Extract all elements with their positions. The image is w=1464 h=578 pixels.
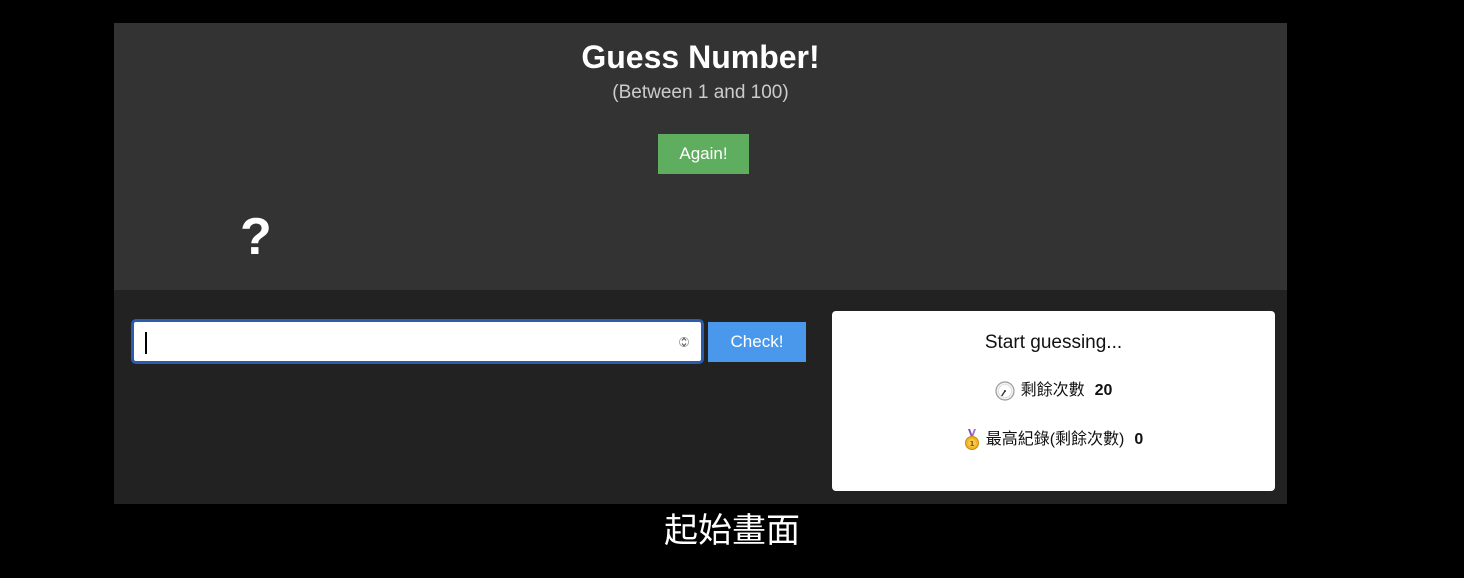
text-caret bbox=[145, 332, 147, 354]
again-button[interactable]: Again! bbox=[658, 134, 749, 174]
guess-number-app: Guess Number! (Between 1 and 100) Again!… bbox=[114, 23, 1287, 504]
status-message: Start guessing... bbox=[984, 332, 1123, 353]
guess-input-wrapper[interactable] bbox=[131, 319, 704, 364]
remaining-attempts-row: 剩餘次數 20 bbox=[832, 380, 1275, 402]
svg-text:1: 1 bbox=[969, 440, 974, 448]
best-record-row: 1 最高紀錄(剩餘次數) 0 bbox=[832, 429, 1275, 451]
header-panel: Guess Number! (Between 1 and 100) Again!… bbox=[114, 23, 1287, 290]
guess-input[interactable] bbox=[144, 330, 668, 356]
check-button[interactable]: Check! bbox=[708, 322, 806, 362]
best-record-value: 0 bbox=[1134, 431, 1144, 449]
screen-caption: 起始畫面 bbox=[664, 511, 800, 551]
secret-number: ? bbox=[240, 208, 272, 266]
stopwatch-icon bbox=[994, 381, 1015, 401]
range-subtitle: (Between 1 and 100) bbox=[612, 82, 789, 103]
remaining-value: 20 bbox=[1094, 382, 1113, 399]
status-card: Start guessing... 剩餘次數 20 1 最高紀錄(剩餘次數) 0 bbox=[832, 311, 1275, 491]
best-record-label: 最高紀錄(剩餘次數) bbox=[985, 431, 1125, 449]
remaining-label: 剩餘次數 bbox=[1020, 382, 1085, 399]
medal-icon: 1 bbox=[964, 429, 979, 450]
page-title: Guess Number! bbox=[581, 39, 820, 75]
number-spinner-icon[interactable] bbox=[679, 333, 689, 351]
